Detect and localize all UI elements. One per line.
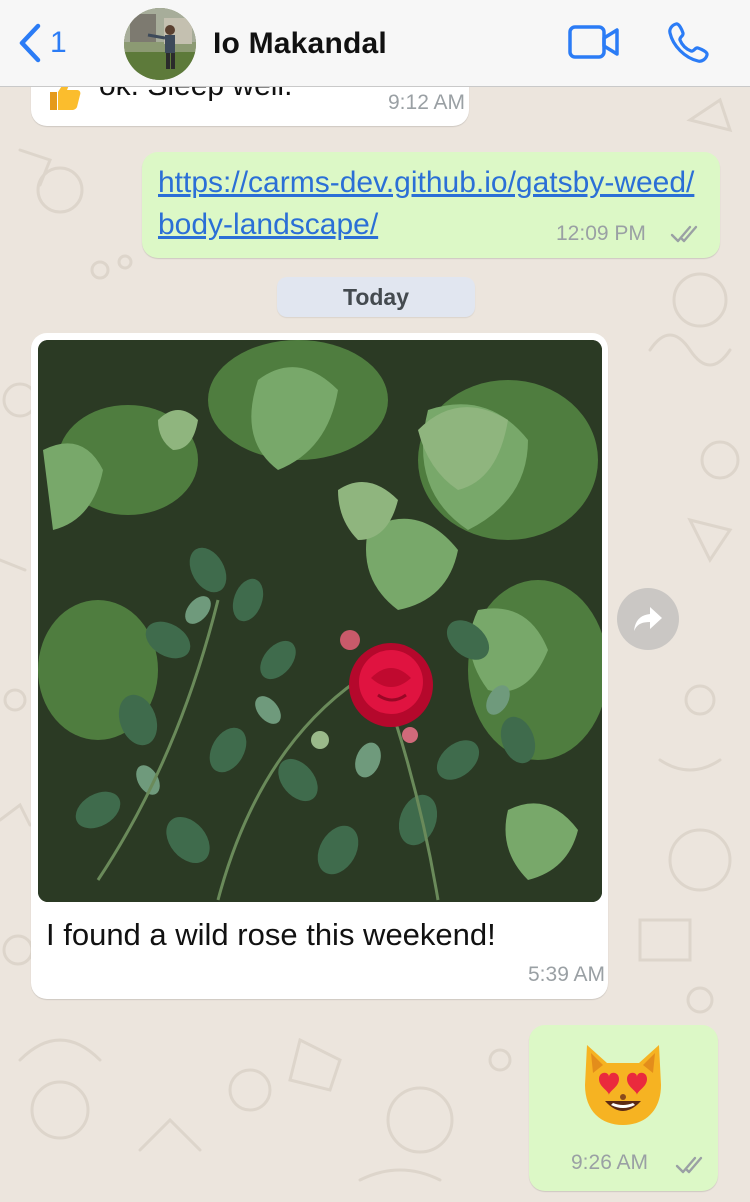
- message-outgoing-emoji[interactable]: 9:26 AM: [529, 1025, 718, 1191]
- heart-eyes-cat-icon: [585, 1045, 661, 1125]
- forward-button[interactable]: [617, 588, 679, 650]
- back-button[interactable]: 1: [16, 22, 67, 64]
- chat-header: 1 Io Makandal: [0, 0, 750, 87]
- photo-caption: I found a wild rose this weekend!: [46, 917, 496, 952]
- message-time: 9:12 AM: [388, 91, 466, 114]
- unread-count: 1: [50, 26, 67, 59]
- contact-name[interactable]: Io Makandal: [213, 24, 387, 64]
- message-time: 5:39 AM: [528, 963, 606, 986]
- message-incoming-photo[interactable]: I found a wild rose this weekend! 5:39 A…: [31, 333, 608, 999]
- forward-arrow-icon: [634, 607, 662, 631]
- message-time: 12:09 PM: [556, 222, 646, 245]
- phone-icon: [668, 22, 709, 63]
- avatar[interactable]: [124, 8, 196, 80]
- voice-call-button[interactable]: [667, 20, 711, 69]
- video-camera-icon: [568, 25, 619, 59]
- double-check-icon: [670, 225, 698, 243]
- message-time: 9:26 AM: [571, 1151, 649, 1174]
- message-photo[interactable]: [38, 340, 602, 902]
- video-call-button[interactable]: [568, 24, 620, 65]
- message-outgoing[interactable]: https://carms-dev.github.io/gatsby-weed/…: [142, 152, 720, 258]
- chevron-left-icon: [19, 23, 41, 63]
- double-check-icon: [675, 1156, 703, 1174]
- date-separator: Today: [277, 277, 475, 317]
